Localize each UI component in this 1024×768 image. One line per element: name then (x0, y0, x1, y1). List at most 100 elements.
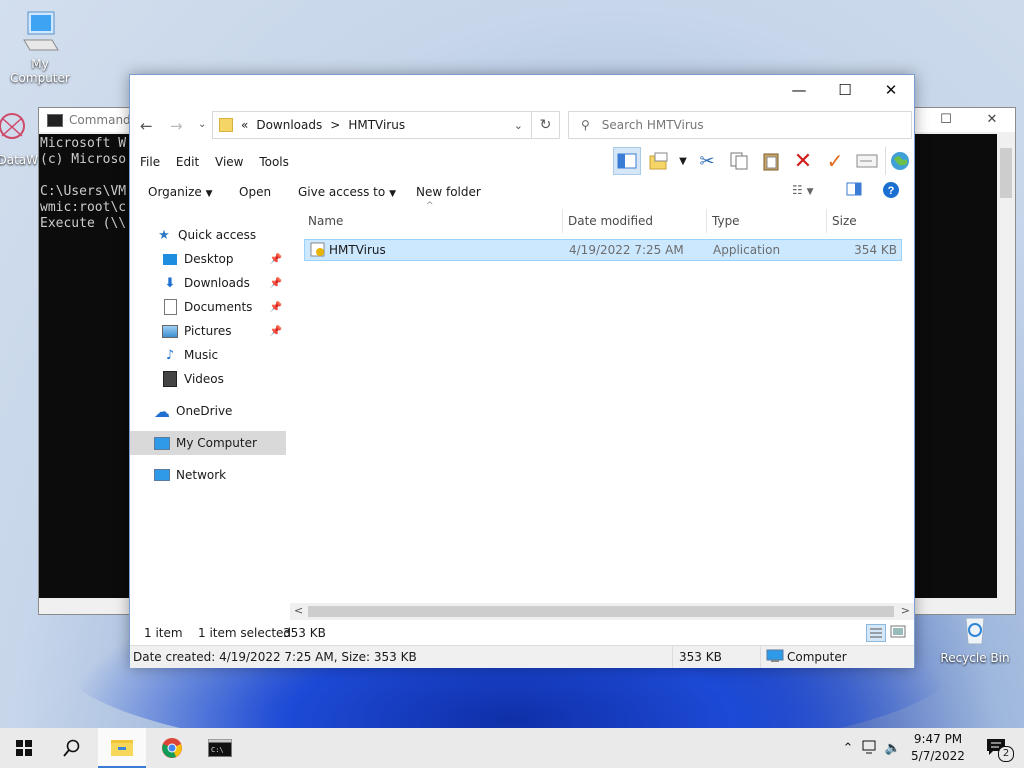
nav-quick-access[interactable]: ★ Quick access (130, 223, 286, 247)
explorer-titlebar[interactable]: — ☐ ✕ (130, 75, 914, 105)
pin-icon[interactable]: 📌 (270, 278, 282, 289)
nav-label: Documents (184, 300, 253, 314)
large-icons-view-icon[interactable] (890, 625, 906, 642)
download-arrow-icon: ⬇ (164, 275, 176, 291)
new-folder-button[interactable]: New folder (416, 185, 481, 199)
file-explorer-icon (111, 740, 133, 756)
column-date-modified[interactable]: Date modified (568, 214, 653, 228)
help-icon[interactable]: ? (882, 181, 900, 202)
scroll-thumb[interactable] (308, 606, 894, 617)
rename-icon[interactable] (853, 147, 881, 175)
views-dropdown-icon[interactable]: ▼ (677, 147, 689, 175)
desktop-icon-recycle-bin[interactable]: Recycle Bin (935, 612, 1015, 665)
network-status-icon[interactable] (858, 740, 882, 757)
menu-view[interactable]: View (209, 151, 249, 169)
breadcrumb-separator[interactable]: > (330, 118, 340, 132)
svg-text:C:\: C:\ (211, 746, 224, 754)
forward-arrow-icon[interactable]: → (170, 117, 183, 135)
change-view-icon[interactable]: ☷ ▼ (792, 183, 814, 197)
nav-desktop[interactable]: Desktop 📌 (130, 247, 286, 271)
address-bar[interactable]: « Downloads > HMTVirus ⌄ (212, 111, 532, 139)
nav-downloads[interactable]: ⬇ Downloads 📌 (130, 271, 286, 295)
globe-icon[interactable] (885, 147, 914, 175)
search-button[interactable] (48, 728, 96, 768)
copy-icon[interactable] (725, 147, 753, 175)
address-dropdown-icon[interactable]: ⌄ (514, 119, 523, 132)
breadcrumb-hmtvirus[interactable]: HMTVirus (348, 118, 405, 132)
breadcrumb-downloads[interactable]: Downloads (256, 118, 322, 132)
horizontal-scrollbar[interactable]: < > (290, 603, 914, 620)
cmd-close-button[interactable]: ✕ (969, 108, 1015, 132)
taskbar-chrome[interactable] (148, 728, 196, 768)
recycle-bin-icon (935, 612, 1015, 649)
desktop-icon-label: My Computer (10, 57, 70, 85)
minimize-button[interactable]: — (776, 75, 822, 105)
details-info: Date created: 4/19/2022 7:25 AM, Size: 3… (133, 650, 417, 664)
checkmark-icon[interactable]: ✓ (821, 147, 849, 175)
column-name[interactable]: Name (308, 214, 343, 228)
nav-videos[interactable]: Videos (130, 367, 286, 391)
paste-icon[interactable] (757, 147, 785, 175)
column-divider[interactable] (826, 209, 827, 233)
search-icon (63, 739, 80, 757)
give-access-button[interactable]: Give access to ▼ (298, 185, 396, 199)
details-view-icon[interactable] (866, 624, 886, 645)
start-button[interactable] (0, 728, 48, 768)
menu-edit[interactable]: Edit (170, 151, 205, 169)
file-explorer-window[interactable]: — ☐ ✕ ← → ⌄ « Downloads > HMTVirus ⌄ ↻ ⚲… (129, 74, 915, 668)
desktop-icon-label: Recycle Bin (940, 651, 1010, 665)
delete-icon[interactable]: ✕ (789, 147, 817, 175)
back-arrow-icon[interactable]: ← (140, 117, 153, 135)
column-type[interactable]: Type (712, 214, 740, 228)
nav-music[interactable]: ♪ Music (130, 343, 286, 367)
cut-icon[interactable]: ✂ (693, 147, 721, 175)
system-tray: ⌃ 🔈 (838, 728, 904, 768)
desktop-icon-my-computer[interactable]: My Computer (0, 10, 80, 85)
preview-pane-toggle-icon[interactable] (846, 182, 862, 199)
notification-center-button[interactable]: 2 (974, 728, 1018, 768)
menu-tools[interactable]: Tools (253, 151, 295, 169)
menu-bar: File Edit View Tools ▼ ✂ ✕ ✓ (130, 147, 914, 175)
nav-my-computer[interactable]: My Computer (130, 431, 286, 455)
taskbar-clock[interactable]: 9:47 PM 5/7/2022 (906, 731, 970, 765)
windows-logo-icon (16, 740, 32, 756)
taskbar-file-explorer[interactable] (98, 728, 146, 768)
star-icon: ★ (158, 227, 170, 243)
open-button[interactable]: Open (239, 185, 271, 199)
recent-locations-chevron-icon[interactable]: ⌄ (198, 119, 206, 130)
pin-icon[interactable]: 📌 (270, 254, 282, 265)
search-input[interactable]: ⚲ Search HMTVirus (568, 111, 912, 139)
column-size[interactable]: Size (832, 214, 857, 228)
folder-icon (219, 118, 233, 132)
scroll-left-icon[interactable]: < (294, 604, 303, 617)
scroll-right-icon[interactable]: > (901, 604, 910, 617)
column-divider[interactable] (706, 209, 707, 233)
table-row[interactable]: HMTVirus 4/19/2022 7:25 AM Application 3… (304, 239, 902, 261)
refresh-icon[interactable]: ↻ (532, 111, 560, 139)
volume-icon[interactable]: 🔈 (882, 741, 904, 756)
nav-onedrive[interactable]: ☁ OneDrive (130, 399, 286, 423)
organize-button[interactable]: Organize ▼ (148, 185, 213, 199)
preview-pane-icon[interactable] (613, 147, 641, 175)
nav-pictures[interactable]: Pictures 📌 (130, 319, 286, 343)
details-divider (760, 646, 761, 668)
column-divider[interactable] (562, 209, 563, 233)
nav-network[interactable]: Network (130, 463, 286, 487)
cmd-scroll-thumb[interactable] (1000, 148, 1012, 198)
maximize-button[interactable]: ☐ (822, 75, 868, 105)
menu-file[interactable]: File (134, 151, 166, 169)
search-icon: ⚲ (581, 118, 590, 132)
cmd-maximize-button[interactable]: ☐ (923, 108, 969, 132)
taskbar-command-prompt[interactable]: C:\ (196, 728, 244, 768)
close-button[interactable]: ✕ (868, 75, 914, 105)
nav-documents[interactable]: Documents 📌 (130, 295, 286, 319)
folder-properties-icon[interactable] (645, 147, 673, 175)
pin-icon[interactable]: 📌 (270, 326, 282, 337)
details-bar: Date created: 4/19/2022 7:25 AM, Size: 3… (130, 645, 914, 668)
pin-icon[interactable]: 📌 (270, 302, 282, 313)
address-overflow[interactable]: « (241, 118, 248, 132)
desktop-icon-dataw[interactable]: DataW (0, 108, 42, 167)
cmd-vertical-scrollbar[interactable] (997, 134, 1015, 598)
show-hidden-icons-chevron-icon[interactable]: ⌃ (838, 741, 858, 756)
nav-label: Music (184, 348, 219, 362)
